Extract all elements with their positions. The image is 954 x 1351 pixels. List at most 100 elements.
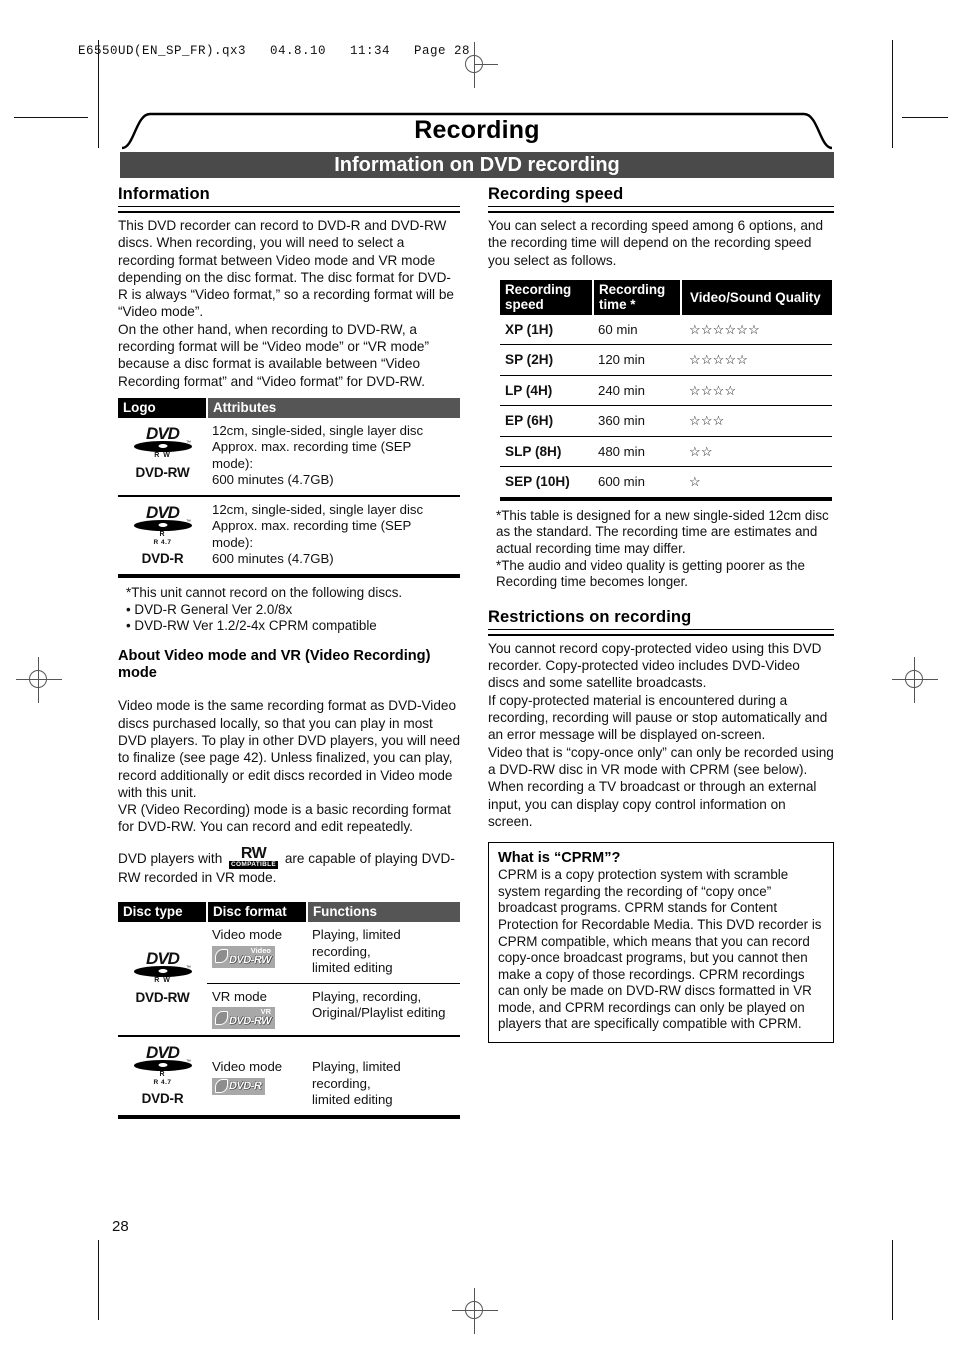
dvd-logo-caption: DVD-RW: [135, 989, 190, 1005]
speed-label: SLP (8H): [500, 435, 593, 467]
dvd-logo-sub2: R 4.7: [153, 538, 172, 546]
dvd-rw-disc-logo: DVD ™ R W DVD-RW: [132, 950, 194, 1007]
note-line: *This table is designed for a new single…: [496, 507, 829, 557]
dvd-r-badge-icon: DVD-R: [212, 1077, 266, 1096]
dvd-rw-vr-badge-icon: VR DVD-RW: [212, 1007, 276, 1030]
disc-type-cell-dvd-r: DVD ™ R R 4.7 DVD-R: [118, 1035, 207, 1115]
registration-mark-left: [16, 657, 62, 703]
disc-format-label: VR mode: [212, 988, 267, 1004]
table-row: EP (6H) 360 min ☆☆☆: [500, 405, 833, 437]
speed-time: 60 min: [598, 321, 638, 337]
table-row: SP (2H) 120 min ☆☆☆☆☆: [500, 344, 833, 376]
disc-format-label: Video mode: [212, 1059, 283, 1075]
quality-stars: ☆☆☆: [681, 405, 833, 437]
heading-rule: [488, 628, 834, 636]
table-row: DVD ™ R R 4.7 DVD-R Video mode DVD-R Pla…: [118, 1035, 460, 1115]
dvd-logo-caption: DVD-R: [141, 1090, 184, 1106]
attribute-line: 12cm, single-sided, single layer disc: [212, 501, 424, 517]
dvd-logo-sub1: R: [159, 530, 166, 538]
disc-ellipse-icon: [133, 1059, 192, 1071]
dvd-wordmark: DVD: [146, 1042, 180, 1062]
document-page: E6550UD(EN_SP_FR).qx3 04.8.10 11:34 Page…: [0, 0, 954, 1351]
prepress-header-text: E6550UD(EN_SP_FR).qx3 04.8.10 11:34 Page…: [78, 44, 471, 58]
dvd-logo-caption: DVD-R: [141, 550, 184, 566]
speed-time: 600 min: [593, 466, 681, 497]
quality-stars: ☆☆: [681, 435, 833, 467]
attribute-line: Approx. max. recording time (SEP mode):: [212, 439, 412, 471]
header-line: speed: [505, 296, 544, 312]
badge-main-label: DVD-RW: [229, 1015, 272, 1028]
dvd-logo-sub2: R 4.7: [153, 1078, 172, 1086]
table-row: LP (4H) 240 min ☆☆☆☆: [500, 374, 833, 406]
note-line: *This unit cannot record on the followin…: [126, 584, 403, 600]
prepress-left-vrule-bottom: [98, 1240, 99, 1320]
rw-sentence-before: DVD players with: [118, 850, 223, 866]
badge-swoosh-icon: [215, 949, 228, 964]
information-paragraph-2: On the other hand, when recording to DVD…: [118, 321, 430, 389]
disc-format-cell-dvd-r-video: Video mode DVD-R: [207, 1035, 307, 1115]
page-title: Recording: [414, 115, 540, 144]
disc-ellipse-icon: [133, 965, 192, 977]
speed-label: SEP (10H): [500, 466, 593, 497]
rw-compatible-paragraph: DVD players with RW COMPATIBLE are capab…: [118, 845, 460, 886]
functions-cell-vr-mode: Playing, recording, Original/Playlist ed…: [307, 982, 460, 1037]
video-mode-paragraph: Video mode is the same recording format …: [118, 698, 461, 800]
disc-format-cell-video-mode: Video mode Video DVD-RW: [207, 922, 307, 983]
recording-speed-heading: Recording speed: [488, 185, 624, 203]
attribute-line: 600 minutes (4.7GB): [212, 551, 334, 567]
dvd-logo-sub1: R W: [154, 451, 171, 459]
logo-table-bottom-rule: [118, 573, 460, 578]
col-header-video-sound-quality: Video/Sound Quality: [681, 279, 833, 315]
heading-rule: [118, 206, 460, 213]
col-header-recording-time: Recording time *: [593, 279, 682, 315]
chapter-title-banner: Recording: [120, 110, 834, 150]
table-row: SEP (10H) 600 min ☆: [500, 466, 833, 497]
right-column: Recording speed You can select a recordi…: [488, 184, 834, 1044]
prepress-top-right-hrule: [902, 117, 948, 118]
function-line: limited editing: [312, 1092, 393, 1108]
logo-attributes-table: Logo Attributes DVD ™ R W DVD-RW 12cm, s…: [118, 397, 460, 574]
prepress-top-left-hrule: [14, 117, 88, 118]
col-header-logo: Logo: [118, 397, 208, 418]
speed-label: EP (6H): [500, 405, 593, 437]
speed-time: 240 min: [593, 374, 681, 406]
table-row: XP (1H) 60 min ☆☆☆☆☆☆: [500, 315, 832, 345]
speed-time: 360 min: [593, 405, 681, 437]
function-line: Playing, limited recording,: [312, 1059, 401, 1091]
information-heading: Information: [118, 185, 210, 203]
function-line: Playing, recording,: [312, 988, 422, 1004]
header-line: Recording: [599, 281, 666, 297]
attribute-line: 12cm, single-sided, single layer disc: [212, 422, 424, 438]
quality-stars: ☆: [681, 466, 833, 497]
video-vr-mode-heading-line1: About Video mode and VR (Video Recording…: [118, 647, 431, 664]
left-column: Information This DVD recorder can record…: [118, 184, 460, 1119]
dvd-rw-video-badge-icon: Video DVD-RW: [212, 945, 276, 968]
registration-mark-right: [892, 657, 938, 703]
speed-label: XP (1H): [505, 321, 554, 337]
dvd-wordmark: DVD: [146, 423, 180, 443]
table-row: DVD ™ R R 4.7 DVD-R 12cm, single-sided, …: [118, 494, 460, 574]
cprm-info-box: What is “CPRM”? CPRM is a copy protectio…: [488, 842, 834, 1044]
header-line: Recording: [505, 281, 572, 297]
attribute-line: 600 minutes (4.7GB): [212, 472, 334, 488]
dvd-logo-sub1: R: [159, 1070, 166, 1078]
cprm-box-body: CPRM is a copy protection system with sc…: [498, 867, 822, 1032]
restrictions-paragraph-1: You cannot record copy-protected video u…: [488, 640, 822, 691]
badge-main-label: DVD-RW: [229, 953, 272, 966]
speed-time: 480 min: [593, 435, 681, 467]
cprm-box-heading: What is “CPRM”?: [498, 850, 621, 867]
attribute-line: Approx. max. recording time (SEP mode):: [212, 518, 412, 550]
dvd-logo-caption: DVD-RW: [135, 464, 190, 480]
col-header-functions: Functions: [307, 902, 460, 923]
registration-mark-bottom: [452, 1288, 498, 1334]
table-row: DVD ™ R W DVD-RW Video mode Video DVD-RW: [118, 922, 460, 1005]
col-header-attributes: Attributes: [207, 397, 460, 418]
table-row: SLP (8H) 480 min ☆☆: [500, 435, 833, 467]
heading-rule: [488, 206, 834, 213]
disc-type-cell-dvd-rw: DVD ™ R W DVD-RW: [118, 922, 207, 1036]
badge-swoosh-icon: [215, 1010, 228, 1025]
functions-cell-dvd-r: Playing, limited recording, limited edit…: [307, 1035, 460, 1115]
restrictions-paragraph-3: Video that is “copy-once only” can only …: [488, 744, 834, 777]
speed-label: LP (4H): [500, 374, 593, 406]
disc-table-bottom-rule: [118, 1114, 460, 1119]
